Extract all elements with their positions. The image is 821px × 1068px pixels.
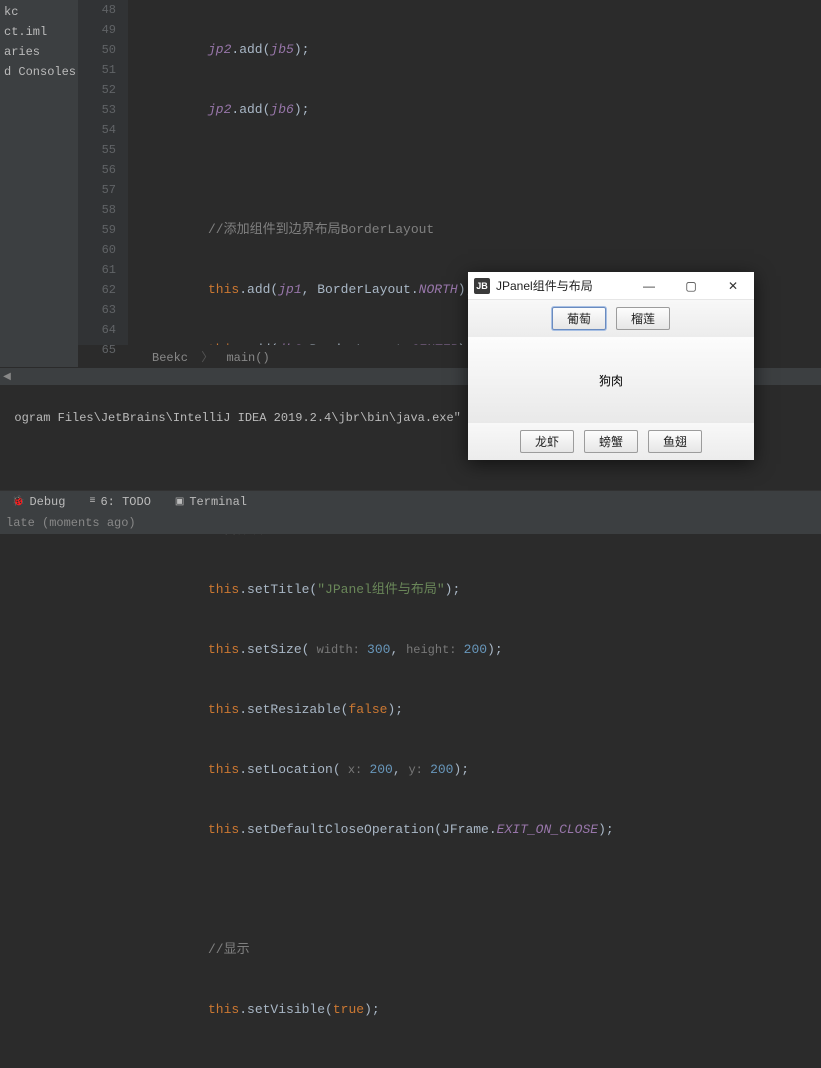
code-token: jb6 (270, 102, 293, 117)
code-comment: //显示 (208, 942, 250, 957)
code-token: true (333, 1002, 364, 1017)
code-token: jp1 (278, 282, 301, 297)
code-token: ); (294, 102, 310, 117)
project-item[interactable]: d Consoles (0, 62, 78, 82)
bottom-tool-tabs[interactable]: 🐞 Debug ≡ 6: TODO ▣ Terminal (0, 490, 821, 512)
project-item[interactable]: aries (0, 42, 78, 62)
code-token: ); (598, 822, 614, 837)
panel-south: 龙虾 螃蟹 鱼翅 (468, 423, 754, 460)
code-token: this (208, 282, 239, 297)
button-sharkfin[interactable]: 鱼翅 (648, 430, 702, 453)
app-icon: JB (474, 278, 490, 294)
button-durian[interactable]: 榴莲 (616, 307, 670, 330)
code-token: false (348, 702, 387, 717)
code-token: .add( (239, 282, 278, 297)
code-comment: //添加组件到边界布局BorderLayout (208, 222, 434, 237)
list-icon: ≡ (89, 496, 95, 507)
code-token: .setLocation( (239, 762, 340, 777)
code-token: "JPanel组件与布局" (317, 582, 444, 597)
button-grape[interactable]: 葡萄 (552, 307, 606, 330)
tab-label: Terminal (189, 495, 247, 509)
code-token: this (208, 1002, 239, 1017)
code-token: this (208, 702, 239, 717)
code-token: ); (387, 702, 403, 717)
maximize-button[interactable]: ▢ (670, 272, 712, 300)
tab-label: Debug (29, 495, 65, 509)
breadcrumb-item[interactable]: Beekc (152, 351, 188, 365)
code-token: ); (453, 762, 469, 777)
tab-terminal[interactable]: ▣ Terminal (163, 495, 259, 509)
code-token: , BorderLayout. (302, 282, 419, 297)
swing-window[interactable]: JB JPanel组件与布局 — ▢ ✕ 葡萄 榴莲 狗肉 龙虾 螃蟹 鱼翅 (468, 272, 754, 460)
terminal-icon: ▣ (175, 496, 184, 508)
inline-hint: width: (309, 643, 367, 657)
code-token: .setSize( (239, 642, 309, 657)
code-token: this (208, 762, 239, 777)
editor-gutter: 484950515253545556575859606162636465 (78, 0, 128, 345)
close-button[interactable]: ✕ (712, 272, 754, 300)
button-center[interactable]: 狗肉 (468, 337, 754, 423)
code-token: .setVisible( (239, 1002, 333, 1017)
bug-icon: 🐞 (12, 496, 24, 508)
code-token: ); (445, 582, 461, 597)
code-token: this (208, 642, 239, 657)
code-token: 200 (430, 762, 453, 777)
status-text: late (moments ago) (6, 516, 136, 530)
code-token: jp2 (208, 42, 231, 57)
code-token: ); (294, 42, 310, 57)
chevron-right-icon: 〉 (201, 351, 213, 365)
button-lobster[interactable]: 龙虾 (520, 430, 574, 453)
code-token: ); (487, 642, 503, 657)
inline-hint: x: (341, 763, 370, 777)
code-token: 200 (464, 642, 487, 657)
code-token: jp2 (208, 102, 231, 117)
code-token: 300 (367, 642, 390, 657)
window-title: JPanel组件与布局 (496, 277, 628, 294)
inline-hint: height: (406, 643, 464, 657)
project-item[interactable]: kc (0, 2, 78, 22)
window-titlebar[interactable]: JB JPanel组件与布局 — ▢ ✕ (468, 272, 754, 300)
project-tool-window[interactable]: kc ct.iml aries d Consoles (0, 0, 78, 370)
button-crab[interactable]: 螃蟹 (584, 430, 638, 453)
tab-debug[interactable]: 🐞 Debug (0, 495, 77, 509)
inline-hint: y: (408, 763, 430, 777)
code-token: this (208, 822, 239, 837)
project-item[interactable]: ct.iml (0, 22, 78, 42)
tab-todo[interactable]: ≡ 6: TODO (77, 495, 162, 509)
code-token: .add( (231, 42, 270, 57)
code-token: .setResizable( (239, 702, 348, 717)
code-token: .add( (231, 102, 270, 117)
code-token: EXIT_ON_CLOSE (497, 822, 598, 837)
code-token: this (208, 582, 239, 597)
tab-label: 6: TODO (100, 495, 150, 509)
code-token: , (393, 762, 409, 777)
breadcrumb-item[interactable]: main() (226, 351, 269, 365)
code-token: jb5 (270, 42, 293, 57)
code-token: .setTitle( (239, 582, 317, 597)
code-token: NORTH (419, 282, 458, 297)
panel-north: 葡萄 榴莲 (468, 300, 754, 337)
minimize-button[interactable]: — (628, 272, 670, 300)
code-token: 200 (369, 762, 392, 777)
code-token: , (390, 642, 406, 657)
code-token: ); (364, 1002, 380, 1017)
code-token: .setDefaultCloseOperation(JFrame. (239, 822, 496, 837)
status-bar: late (moments ago) (0, 512, 821, 534)
